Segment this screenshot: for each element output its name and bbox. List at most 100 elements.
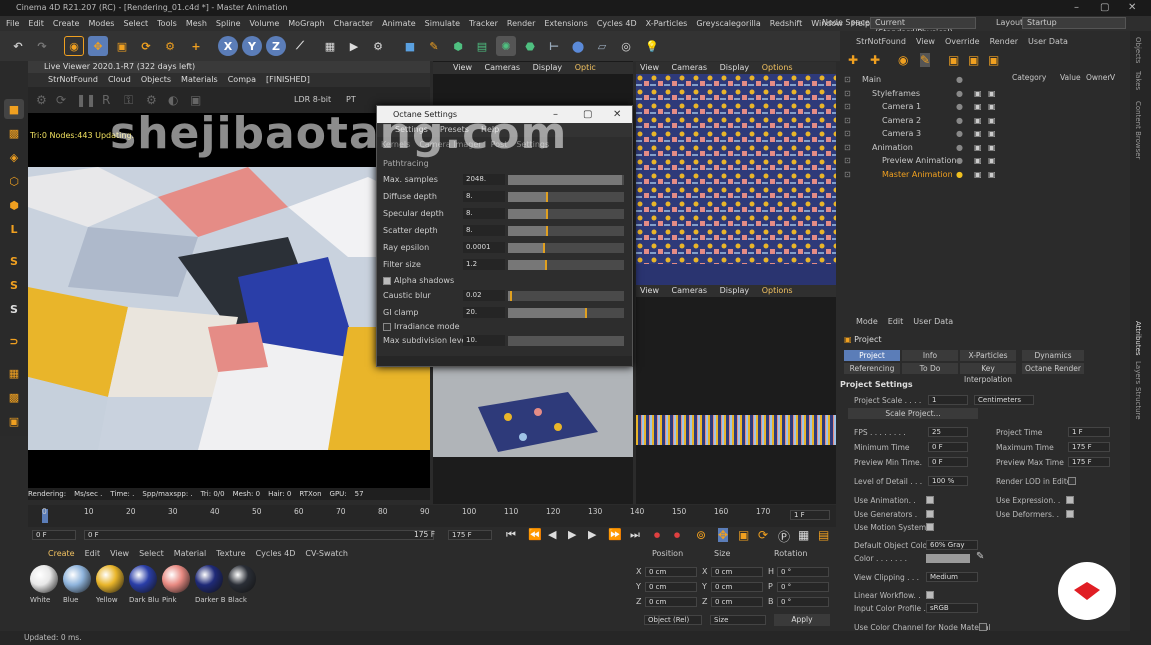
scale-unit-dropdown[interactable]: Centimeters bbox=[974, 395, 1034, 405]
menu-create[interactable]: Create bbox=[53, 19, 80, 28]
add-icon[interactable]: + bbox=[186, 36, 206, 56]
lv-menu-item[interactable]: Materials bbox=[181, 75, 218, 84]
render-region-icon[interactable]: ▦ bbox=[320, 36, 340, 56]
attr-tab[interactable]: X-Particles bbox=[960, 350, 1016, 361]
menu-modes[interactable]: Modes bbox=[88, 19, 114, 28]
menu-file[interactable]: File bbox=[6, 19, 19, 28]
lv-menu-item[interactable]: Compa bbox=[228, 75, 256, 84]
param-slider[interactable] bbox=[508, 209, 624, 219]
polygons-mode-icon[interactable]: L bbox=[4, 219, 24, 239]
attr-tab[interactable]: Dynamics bbox=[1022, 350, 1084, 361]
display-menu[interactable]: Display bbox=[720, 286, 750, 295]
render-tag-icon[interactable]: ▣ bbox=[974, 87, 982, 100]
pencil-icon[interactable]: ✎ bbox=[920, 53, 931, 67]
visibility-dot-icon[interactable]: ● bbox=[956, 154, 963, 167]
material-swatch[interactable] bbox=[162, 565, 190, 593]
cube-icon[interactable]: ■ bbox=[400, 36, 420, 56]
deformer-icon[interactable]: ⬣ bbox=[520, 36, 540, 56]
light-icon[interactable]: 💡 bbox=[642, 36, 662, 56]
viewport-top[interactable] bbox=[636, 74, 836, 288]
param-slider[interactable] bbox=[508, 175, 624, 185]
cloner-icon[interactable]: ✺ bbox=[496, 36, 516, 56]
coord-field[interactable]: 0 cm bbox=[645, 582, 697, 592]
menu-render[interactable]: Render bbox=[507, 19, 535, 28]
magnet-icon[interactable]: ⊃ bbox=[4, 331, 24, 351]
layout-dropdown[interactable]: Startup bbox=[1022, 17, 1126, 29]
material-swatch[interactable] bbox=[195, 565, 223, 593]
slider-handle[interactable] bbox=[584, 308, 587, 318]
keyframe-selection-icon[interactable]: ⊚ bbox=[696, 528, 706, 542]
menu-select[interactable]: Select bbox=[123, 19, 148, 28]
live-selection-icon[interactable]: ◉ bbox=[64, 36, 84, 56]
menu-mesh[interactable]: Mesh bbox=[186, 19, 207, 28]
param-value[interactable]: 1.2 bbox=[463, 259, 505, 270]
move-key-icon[interactable]: ✥ bbox=[718, 528, 729, 542]
param-value[interactable]: 0.0001 bbox=[463, 242, 505, 253]
material-swatch[interactable] bbox=[129, 565, 157, 593]
menu-animate[interactable]: Animate bbox=[382, 19, 416, 28]
om-menu-item[interactable]: Render bbox=[990, 37, 1018, 46]
prev-key-icon[interactable]: ⏪ bbox=[528, 528, 542, 541]
play-icon[interactable]: ▶ bbox=[568, 528, 576, 541]
end-frame-field[interactable]: 175 F bbox=[448, 530, 492, 540]
octane-tag-icon[interactable]: ▣ bbox=[988, 141, 996, 154]
fps-field[interactable]: 25 bbox=[928, 427, 968, 437]
apply-button[interactable]: Apply bbox=[774, 614, 830, 626]
menu-greyscalegorilla[interactable]: Greyscalegorilla bbox=[696, 19, 760, 28]
attr-tab[interactable]: Key Interpolation bbox=[960, 363, 1016, 384]
render-preview[interactable] bbox=[28, 167, 430, 450]
rotate-key-icon[interactable]: ⟳ bbox=[758, 528, 768, 542]
lv-menu-item[interactable]: StrNotFound bbox=[48, 75, 98, 84]
coord-field[interactable]: 0 ° bbox=[777, 582, 829, 592]
visibility-dot-icon[interactable]: ● bbox=[956, 141, 963, 154]
attr-tab[interactable]: Project Settings bbox=[844, 350, 900, 371]
param-slider[interactable] bbox=[508, 291, 624, 301]
om-menu-item[interactable]: User Data bbox=[1028, 37, 1068, 46]
project-scale-field[interactable]: 1 bbox=[928, 395, 968, 405]
menu-simulate[interactable]: Simulate bbox=[425, 19, 460, 28]
attr-tab[interactable]: Referencing bbox=[844, 363, 900, 374]
render-tag-icon[interactable]: ▣ bbox=[974, 100, 982, 113]
clay-icon[interactable]: ◐ bbox=[168, 93, 178, 107]
material-menu-item[interactable]: Edit bbox=[85, 549, 101, 558]
texture-mode-icon[interactable]: ▩ bbox=[4, 123, 24, 143]
visibility-dot-icon[interactable]: ● bbox=[956, 114, 963, 127]
lv-menu-item[interactable]: Cloud bbox=[108, 75, 131, 84]
focus-icon[interactable]: ⚙ bbox=[146, 93, 157, 107]
render-tag-icon[interactable]: ▣ bbox=[974, 154, 982, 167]
render-tag-icon[interactable]: ▣ bbox=[974, 114, 982, 127]
new-object-icon[interactable]: ✚ bbox=[848, 53, 858, 67]
attr-tab[interactable]: Info bbox=[902, 350, 958, 361]
max-time-field[interactable]: 175 F bbox=[1068, 442, 1110, 452]
render-tag-icon[interactable]: ▣ bbox=[974, 168, 982, 181]
floor-icon[interactable]: ▱ bbox=[592, 36, 612, 56]
lod-field[interactable]: 100 % bbox=[928, 476, 968, 486]
points-mode-icon[interactable]: ⬡ bbox=[4, 171, 24, 191]
param-value[interactable]: 2048. bbox=[463, 174, 505, 185]
preview-min-field[interactable]: 0 F bbox=[928, 457, 968, 467]
preview-max-field[interactable]: 175 F bbox=[1068, 457, 1110, 467]
param-value[interactable]: 8. bbox=[463, 225, 505, 236]
grid-icon[interactable]: ▦ bbox=[4, 363, 24, 383]
material-menu-item[interactable]: View bbox=[110, 549, 129, 558]
coord-field[interactable]: 0 cm bbox=[711, 582, 763, 592]
next-frame-icon[interactable]: ▶ bbox=[588, 528, 596, 541]
model-mode-icon[interactable]: ■ bbox=[4, 99, 24, 119]
display-menu[interactable]: Display bbox=[720, 63, 750, 72]
gear-icon[interactable]: ⚙ bbox=[36, 93, 47, 107]
lock-icon[interactable]: ⚿ bbox=[124, 93, 133, 108]
scheme-icon[interactable]: ▤ bbox=[818, 528, 829, 542]
eyedropper-icon[interactable]: ✎ bbox=[976, 551, 984, 562]
timeline[interactable]: 1 F 0 10 20 30 40 50 60 70 80 90 100 110 120 130 140 15… bbox=[28, 505, 836, 527]
close-icon[interactable]: ✕ bbox=[613, 106, 621, 123]
octane-tag-icon[interactable]: ▣ bbox=[988, 114, 996, 127]
use-motion-checkbox[interactable] bbox=[926, 523, 934, 531]
options-menu[interactable]: Options bbox=[762, 63, 793, 72]
octane-tag-icon[interactable]: ▣ bbox=[988, 154, 996, 167]
material-swatch[interactable] bbox=[228, 565, 256, 593]
material-menu-item[interactable]: Material bbox=[174, 549, 207, 558]
render-tag-icon[interactable]: ▣ bbox=[988, 53, 999, 67]
irradiance-checkbox[interactable] bbox=[383, 322, 391, 331]
coord-field[interactable]: 0 cm bbox=[711, 567, 763, 577]
save-icon[interactable]: ▣ bbox=[190, 93, 201, 107]
